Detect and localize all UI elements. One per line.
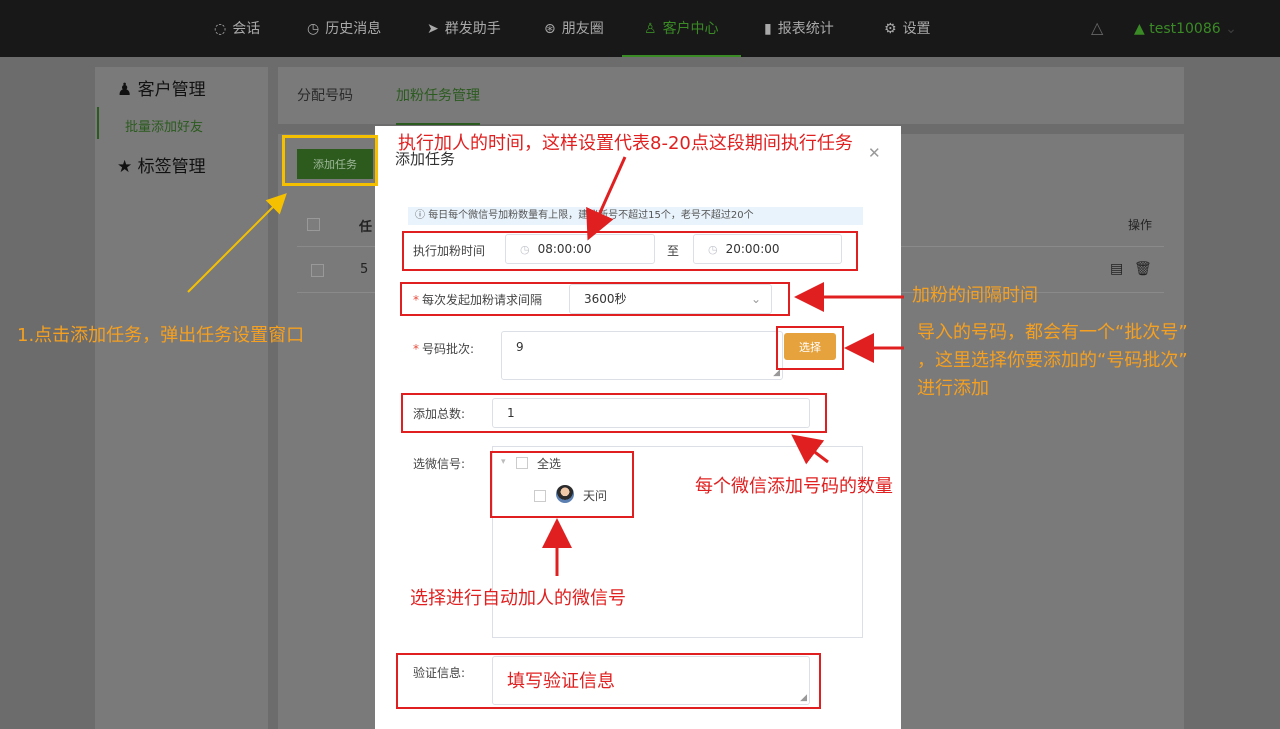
annotation-interval-note: 加粉的间隔时间 <box>912 285 1038 306</box>
annotation-time-note: 执行加人的时间，这样设置代表8-20点这段期间执行任务 <box>398 133 853 154</box>
nav-label: 群发助手 <box>444 21 501 37</box>
annotation-box-verify <box>396 653 821 709</box>
row-task-id: 5 <box>360 262 369 277</box>
chevron-down-icon: ⌄ <box>1220 21 1237 37</box>
tab-label: 加粉任务管理 <box>396 88 480 104</box>
wechat-label: 选微信号: <box>413 457 466 471</box>
username: test10086 <box>1149 21 1221 37</box>
sidebar-label: 客户管理 <box>137 80 206 100</box>
info-tip: ⓘ 每日每个微信号加粉数量有上限，建议新号不超过15个，老号不超过20个 <box>408 207 863 225</box>
sidebar-item-tag-mgmt[interactable]: ★ 标签管理 <box>117 152 206 177</box>
annotation-box-choose <box>776 326 844 370</box>
sidebar-label: 标签管理 <box>137 157 206 177</box>
close-icon[interactable]: ✕ <box>868 144 881 162</box>
annotation-box-wechat <box>490 451 634 518</box>
nav-label: 客户中心 <box>662 21 719 37</box>
sidebar-item-customer-mgmt[interactable]: ♟ 客户管理 <box>117 75 206 100</box>
active-underline <box>396 123 480 125</box>
aperture-icon: ⊛ <box>544 21 556 37</box>
annotation-step1-note: 1.点击添加任务，弹出任务设置窗口 <box>17 325 305 346</box>
user-menu[interactable]: ▲ test10086 ⌄ <box>1134 0 1237 58</box>
nav-label: 历史消息 <box>325 21 382 37</box>
tip-text: 每日每个微信号加粉数量有上限，建议新号不超过15个，老号不超过20个 <box>428 210 754 221</box>
column-header-action: 操作 <box>1128 218 1153 232</box>
person-icon: ♟ <box>117 80 138 100</box>
active-indicator <box>97 107 99 139</box>
top-navbar: ◌ 会话 ◷ 历史消息 ➤ 群发助手 ⊛ 朋友圈 ♙ 客户中心 ▮ 报表统计 ⚙ 设置 △ ▲… <box>0 0 1280 57</box>
nav-mass-send[interactable]: ➤ 群发助手 <box>427 0 501 57</box>
annotation-total-note: 每个微信添加号码的数量 <box>695 476 893 497</box>
nav-label: 朋友圈 <box>561 21 604 37</box>
batch-input[interactable]: 9 ◢ <box>501 331 783 380</box>
annotation-batch-note-1: 导入的号码，都会有一个“批次号” <box>917 322 1188 343</box>
annotation-batch-note-2: ，这里选择你要添加的“号码批次” <box>917 350 1188 371</box>
send-icon: ➤ <box>427 21 439 37</box>
column-header-task: 任 <box>359 220 373 235</box>
chat-icon: ◌ <box>214 21 227 37</box>
user-icon: ▲ <box>1134 21 1150 37</box>
annotation-box-total <box>401 393 827 433</box>
batch-value: 9 <box>516 340 524 354</box>
nav-history[interactable]: ◷ 历史消息 <box>307 0 381 57</box>
nav-customer-center[interactable]: ♙ 客户中心 <box>622 0 741 57</box>
nav-label: 报表统计 <box>777 21 834 37</box>
nav-label: 设置 <box>902 21 931 37</box>
nav-label: 会话 <box>232 21 261 37</box>
batch-label: * 号码批次: <box>413 342 475 356</box>
trash-icon[interactable]: 🗑 <box>1134 261 1152 277</box>
annotation-box-interval <box>400 282 790 316</box>
bar-chart-icon: ▮ <box>764 21 772 37</box>
nav-moments[interactable]: ⊛ 朋友圈 <box>544 0 604 57</box>
tab-assign-numbers[interactable]: 分配号码 <box>297 67 353 125</box>
nav-settings[interactable]: ⚙ 设置 <box>884 0 931 57</box>
annotation-wechat-note: 选择进行自动加人的微信号 <box>410 588 626 609</box>
star-icon: ★ <box>117 157 138 177</box>
batch-label-text: 号码批次: <box>422 342 475 356</box>
tab-add-fans-tasks[interactable]: 加粉任务管理 <box>396 67 480 125</box>
bell-icon[interactable]: △ <box>1091 18 1107 38</box>
edit-icon[interactable]: ▤ <box>1110 261 1123 277</box>
sidebar-item-batch-add[interactable]: 批量添加好友 <box>125 116 203 135</box>
gear-icon: ⚙ <box>884 21 897 37</box>
active-underline <box>622 55 741 57</box>
nav-chat[interactable]: ◌ 会话 <box>214 0 260 57</box>
annotation-box-add-task <box>282 135 378 186</box>
row-checkbox[interactable] <box>311 264 324 277</box>
info-icon: ⓘ <box>415 210 429 221</box>
nav-reports[interactable]: ▮ 报表统计 <box>764 0 834 57</box>
clock-icon: ◷ <box>307 21 320 37</box>
user-icon: ♙ <box>644 21 657 37</box>
tabs-bar: 分配号码 加粉任务管理 <box>278 67 1184 125</box>
select-all-checkbox[interactable] <box>307 218 320 231</box>
sidebar: ♟ 客户管理 批量添加好友 ★ 标签管理 <box>95 67 268 729</box>
annotation-batch-note-3: 进行添加 <box>917 378 989 399</box>
annotation-box-time <box>402 231 858 271</box>
